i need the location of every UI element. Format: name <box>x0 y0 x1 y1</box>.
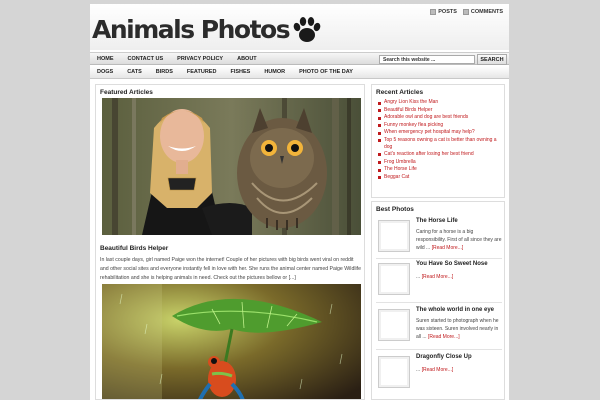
best-photo-item: Dragonfly Close Up ... [Read More...] <box>372 354 504 396</box>
widget-title: Best Photos <box>376 206 414 213</box>
nav-item-humor[interactable]: HUMOR <box>257 66 292 78</box>
photo-thumbnail[interactable] <box>378 220 410 252</box>
page-wrapper: Animals Photos POSTS COMMENTS HOME CONTA… <box>90 4 509 400</box>
best-photo-title[interactable]: You Have So Sweet Nose <box>416 261 488 267</box>
nav-item-featured[interactable]: FEATURED <box>180 66 224 78</box>
recent-article-link[interactable]: Beggar Cat <box>377 174 499 182</box>
read-more-link[interactable]: [Read More...] <box>428 334 460 340</box>
divider <box>376 258 502 259</box>
divider <box>376 302 502 303</box>
best-photo-item: The Horse Life Caring for a horse is a b… <box>372 218 504 260</box>
logo-text: Animals Photos <box>92 15 291 44</box>
best-photo-title[interactable]: The whole world in one eye <box>416 307 494 313</box>
read-more-link[interactable]: [Read More...] <box>422 367 454 373</box>
read-more-link[interactable]: [Read More...] <box>432 245 464 251</box>
recent-articles-widget: Recent Articles Angry Lion Kiss the Man … <box>371 84 505 198</box>
feed-label: COMMENTS <box>470 9 503 15</box>
nav-item-home[interactable]: HOME <box>90 53 121 64</box>
site-logo[interactable]: Animals Photos <box>92 15 322 45</box>
nav-item-about[interactable]: ABOUT <box>230 53 264 64</box>
widget-title: Recent Articles <box>376 89 424 96</box>
comments-feed-link[interactable]: COMMENTS <box>462 9 503 15</box>
best-photo-excerpt: ... [Read More...] <box>416 366 502 374</box>
site-header: Animals Photos POSTS COMMENTS <box>90 4 509 50</box>
best-photo-item: The whole world in one eye Suren started… <box>372 307 504 349</box>
photo-thumbnail[interactable] <box>378 356 410 388</box>
recent-article-link[interactable]: Top 5 reasons owning a cat is better tha… <box>377 137 499 151</box>
nav-item-birds[interactable]: BIRDS <box>149 66 180 78</box>
nav-item-contact[interactable]: CONTACT US <box>121 53 171 64</box>
featured-articles: Featured Articles Beautiful Birds Helper… <box>95 84 365 400</box>
post-excerpt: In last couple days, girl named Paige wo… <box>100 257 361 281</box>
best-photos-widget: Best Photos The Horse Life Caring for a … <box>371 201 505 400</box>
post-image-girl-with-owl[interactable] <box>102 98 361 235</box>
nav-item-photo-of-the-day[interactable]: PHOTO OF THE DAY <box>292 66 360 78</box>
best-photo-excerpt: ... [Read More...] <box>416 273 502 281</box>
nav-item-fishes[interactable]: FISHES <box>223 66 257 78</box>
recent-article-link[interactable]: Angry Lion Kiss the Man <box>377 99 499 107</box>
photo-thumbnail[interactable] <box>378 309 410 341</box>
search-button[interactable]: SEARCH <box>477 54 507 65</box>
recent-article-link[interactable]: The Horse Life <box>377 166 499 174</box>
recent-article-link[interactable]: Adorable owl and dog are best friends <box>377 114 499 122</box>
best-photo-title[interactable]: The Horse Life <box>416 218 458 224</box>
best-photo-title[interactable]: Dragonfly Close Up <box>416 354 472 360</box>
nav-item-dogs[interactable]: DOGS <box>90 66 120 78</box>
rss-icon <box>430 9 437 15</box>
post-title[interactable]: Beautiful Birds Helper <box>100 245 168 252</box>
photo-thumbnail[interactable] <box>378 263 410 295</box>
posts-feed-link[interactable]: POSTS <box>430 9 457 15</box>
nav-item-privacy[interactable]: PRIVACY POLICY <box>170 53 230 64</box>
read-more-link[interactable]: [Read More...] <box>422 274 454 280</box>
best-photo-excerpt: Suren started to photograph when he was … <box>416 317 502 341</box>
section-title: Featured Articles <box>100 89 153 96</box>
paw-icon <box>293 17 321 42</box>
category-nav: DOGS CATS BIRDS FEATURED FISHES HUMOR PH… <box>90 66 509 79</box>
recent-article-link[interactable]: Frog Umbrella <box>377 159 499 167</box>
feed-links: POSTS COMMENTS <box>430 9 503 15</box>
divider <box>376 349 502 350</box>
recent-article-link[interactable]: Beautiful Birds Helper <box>377 107 499 115</box>
recent-article-link[interactable]: Funny monkey flea picking <box>377 122 499 130</box>
rss-icon <box>462 9 469 15</box>
post-image-frog-umbrella[interactable] <box>102 284 361 399</box>
recent-article-link[interactable]: When emergency pet hospital may help? <box>377 129 499 137</box>
search-input[interactable] <box>379 55 475 64</box>
primary-nav: HOME CONTACT US PRIVACY POLICY ABOUT SEA… <box>90 52 509 65</box>
best-photo-excerpt: Caring for a horse is a big responsibili… <box>416 228 502 252</box>
feed-label: POSTS <box>438 9 457 15</box>
best-photo-item: You Have So Sweet Nose ... [Read More...… <box>372 261 504 303</box>
nav-item-cats[interactable]: CATS <box>120 66 149 78</box>
excerpt-text: ... <box>416 367 421 373</box>
excerpt-text: ... <box>416 274 421 280</box>
recent-article-link[interactable]: Cat's reaction after losing her best fri… <box>377 151 499 159</box>
